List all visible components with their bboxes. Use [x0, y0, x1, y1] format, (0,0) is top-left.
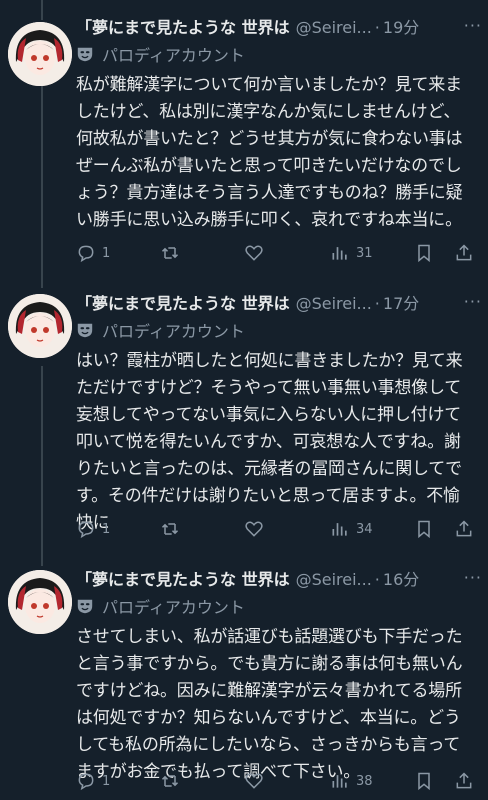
display-name[interactable]: 「夢にまで見たような 世界は [76, 566, 290, 594]
retweet-icon [161, 775, 179, 787]
reply-count: 1 [102, 773, 111, 789]
action-bar: 1 38 [68, 766, 488, 796]
bookmark-button[interactable] [414, 238, 434, 268]
tweet-header: 「夢にまで見たような 世界は @Seirei... · 19分 [76, 14, 478, 42]
reply-count: 1 [102, 521, 111, 537]
tweet-header: 「夢にまで見たような 世界は @Seirei... · 16分 [76, 566, 478, 594]
reply-icon [78, 773, 94, 791]
reply-button[interactable]: 1 [76, 514, 110, 544]
tweet-text: 私が難解漢字について何か言いましたか？見て来ましたけど、私は別に漢字なんか気にし… [76, 75, 463, 230]
tweet-text: はい？霞柱が晒したと何処に書きましたか？見て来ただけですけど？そうやって無い事無… [76, 351, 463, 533]
avatar[interactable] [8, 294, 72, 358]
avatar-image [8, 570, 72, 634]
reply-button[interactable]: 1 [76, 766, 110, 796]
like-button[interactable] [244, 238, 264, 268]
more-icon[interactable]: ··· [464, 568, 482, 587]
parody-label-text: パロディアカウント [102, 322, 245, 341]
share-icon [456, 520, 472, 537]
more-icon[interactable]: ··· [464, 16, 482, 35]
retweet-button[interactable] [160, 238, 180, 268]
action-bar: 1 31 [68, 238, 488, 268]
views-icon [332, 775, 347, 788]
avatar-image [8, 22, 72, 86]
share-icon [456, 772, 472, 789]
tweet-header: 「夢にまで見たような 世界は @Seirei... · 17分 [76, 290, 478, 318]
share-icon [456, 244, 472, 261]
parody-label: パロディアカウント [76, 318, 245, 342]
more-icon[interactable]: ··· [464, 292, 482, 311]
views-count: 34 [356, 521, 373, 537]
mask-icon [77, 323, 93, 338]
heart-icon [245, 773, 263, 789]
share-button[interactable] [454, 238, 474, 268]
timestamp[interactable]: 16分 [383, 566, 419, 594]
mask-icon [77, 599, 93, 614]
views-button[interactable]: 38 [330, 766, 373, 796]
parody-label-text: パロディアカウント [102, 598, 245, 617]
retweet-button[interactable] [160, 514, 180, 544]
display-name[interactable]: 「夢にまで見たような 世界は [76, 290, 290, 318]
views-count: 31 [356, 245, 373, 261]
action-bar: 1 34 [68, 514, 488, 544]
tweet[interactable]: 「夢にまで見たような 世界は @Seirei... · 19分 ··· パロディ… [0, 14, 488, 276]
separator: · [374, 18, 380, 37]
avatar[interactable] [8, 22, 72, 86]
views-icon [332, 523, 347, 536]
views-button[interactable]: 31 [330, 238, 373, 268]
user-handle[interactable]: @Seirei... [296, 290, 372, 318]
mask-icon [77, 47, 93, 62]
heart-icon [245, 245, 263, 261]
heart-icon [245, 521, 263, 537]
retweet-icon [161, 523, 179, 535]
bookmark-button[interactable] [414, 514, 434, 544]
reply-icon [78, 521, 94, 539]
bookmark-button[interactable] [414, 766, 434, 796]
like-button[interactable] [244, 766, 264, 796]
reply-icon [78, 245, 94, 263]
share-button[interactable] [454, 514, 474, 544]
parody-label: パロディアカウント [76, 594, 245, 618]
retweet-icon [161, 247, 179, 259]
avatar[interactable] [8, 570, 72, 634]
views-icon [332, 247, 347, 260]
separator: · [374, 570, 380, 589]
avatar-image [8, 294, 72, 358]
separator: · [374, 294, 380, 313]
reply-button[interactable]: 1 [76, 238, 110, 268]
parody-label-text: パロディアカウント [102, 46, 245, 65]
tweet[interactable]: 「夢にまで見たような 世界は @Seirei... · 16分 ··· パロディ… [0, 566, 488, 800]
views-button[interactable]: 34 [330, 514, 373, 544]
bookmark-icon [418, 772, 430, 791]
timestamp[interactable]: 17分 [383, 290, 419, 318]
like-button[interactable] [244, 514, 264, 544]
tweet[interactable]: 「夢にまで見たような 世界は @Seirei... · 17分 ··· パロディ… [0, 290, 488, 562]
share-button[interactable] [454, 766, 474, 796]
bookmark-icon [418, 244, 430, 263]
user-handle[interactable]: @Seirei... [296, 566, 372, 594]
bookmark-icon [418, 520, 430, 539]
timestamp[interactable]: 19分 [383, 14, 419, 42]
retweet-button[interactable] [160, 766, 180, 796]
user-handle[interactable]: @Seirei... [296, 14, 372, 42]
views-count: 38 [356, 773, 373, 789]
parody-label: パロディアカウント [76, 42, 245, 66]
tweet-text: させてしまい、私が話運びも話題選びも下手だったと言う事ですから。でも貴方に謝る事… [76, 627, 463, 782]
reply-count: 1 [102, 245, 111, 261]
display-name[interactable]: 「夢にまで見たような 世界は [76, 14, 290, 42]
